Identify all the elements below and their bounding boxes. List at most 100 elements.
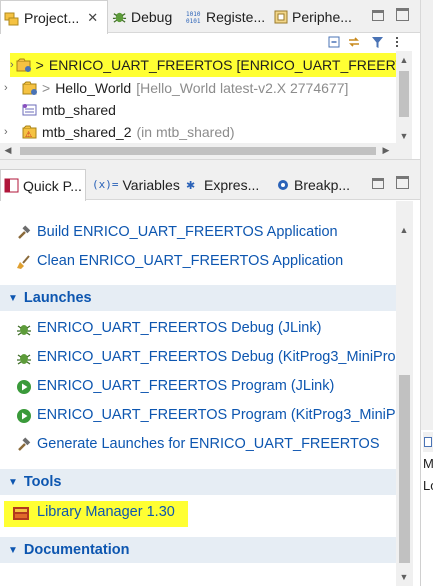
scroll-right-arrow-icon[interactable]: ▶ bbox=[378, 145, 394, 156]
run-icon bbox=[16, 379, 32, 395]
tree-row-name: ENRICO_UART_FREERTOS bbox=[48, 57, 233, 73]
build-application-label: Build ENRICO_UART_FREERTOS Application bbox=[37, 224, 338, 240]
tree-row-name: mtb_shared bbox=[42, 102, 116, 118]
view-menu-icon[interactable] bbox=[390, 35, 404, 49]
tree-row-prefix: > bbox=[42, 80, 51, 96]
tools-section-header[interactable]: ▼ Tools bbox=[0, 469, 396, 495]
side-panel-text-2: Lo bbox=[423, 478, 433, 493]
collapse-triangle-icon[interactable]: ▼ bbox=[8, 545, 18, 556]
expand-arrow-icon[interactable]: › bbox=[4, 82, 16, 94]
collapse-all-icon[interactable] bbox=[327, 35, 341, 49]
scrollbar-corner bbox=[396, 143, 412, 159]
debug-bug-icon bbox=[112, 9, 127, 24]
tree-row-decoration: [ENRICO_UART_FREERTOS bbox=[236, 57, 396, 73]
project-explorer-toolbar bbox=[0, 33, 420, 51]
tab-breakpoints[interactable]: Breakp... bbox=[276, 169, 362, 200]
svg-text:1010: 1010 bbox=[186, 11, 201, 18]
run-icon bbox=[16, 408, 32, 424]
tree-row-hello-world[interactable]: › > Hello_World [Hello_World latest-v2.X… bbox=[0, 77, 396, 99]
tools-title: Tools bbox=[23, 474, 62, 490]
tab-variables-label: Variables bbox=[122, 176, 180, 193]
scroll-up-arrow-icon[interactable]: ▲ bbox=[396, 225, 412, 235]
scrollbar-thumb[interactable] bbox=[399, 375, 410, 563]
variables-icon: (x)= bbox=[92, 178, 119, 191]
tab-peripherals-label: Periphe... bbox=[292, 8, 352, 25]
launch-debug-jlink-label: ENRICO_UART_FREERTOS Debug (JLink) bbox=[37, 320, 322, 336]
collapse-triangle-icon[interactable]: ▼ bbox=[8, 293, 18, 304]
scroll-down-arrow-icon[interactable]: ▼ bbox=[396, 131, 412, 141]
tab-expressions[interactable]: ✱ Expres... bbox=[186, 169, 270, 200]
hammer-icon bbox=[16, 437, 32, 453]
maximize-icon[interactable] bbox=[396, 8, 409, 21]
collapse-triangle-icon[interactable]: ▼ bbox=[8, 477, 18, 488]
scrollbar-thumb[interactable] bbox=[20, 147, 376, 155]
tab-quick-panel-label: Quick P... bbox=[23, 177, 82, 194]
console-icon[interactable] bbox=[423, 432, 433, 452]
quick-panel: Build ENRICO_UART_FREERTOS Application C… bbox=[0, 201, 396, 586]
svg-text:✱: ✱ bbox=[186, 179, 195, 192]
tree-row-name: mtb_shared_2 bbox=[42, 124, 132, 140]
tree-row-mtb-shared[interactable]: › mtb_shared bbox=[0, 99, 396, 121]
linked-folder-icon: ⚠ bbox=[22, 125, 38, 139]
tree-row-enrico-uart-freertos[interactable]: › > ENRICO_UART_FREERTOS [ENRICO_UART_FR… bbox=[10, 53, 396, 77]
tree-row-decoration: [Hello_World latest-v2.X 2774677] bbox=[136, 80, 349, 96]
launch-debug-kitprog3-label: ENRICO_UART_FREERTOS Debug (KitProg3_Min… bbox=[37, 349, 396, 365]
library-manager-label: Library Manager 1.30 bbox=[37, 504, 175, 520]
maximize-icon[interactable] bbox=[396, 176, 409, 189]
breakpoints-icon bbox=[276, 178, 290, 192]
generate-launches-label: Generate Launches for ENRICO_UART_FREERT… bbox=[37, 436, 380, 452]
registers-icon: 1010 0101 bbox=[186, 10, 202, 24]
documentation-section-header[interactable]: ▼ Documentation bbox=[0, 537, 396, 563]
launches-section-header[interactable]: ▼ Launches bbox=[0, 285, 396, 311]
tab-project-explorer[interactable]: Project... ✕ bbox=[0, 0, 108, 34]
link-with-editor-icon[interactable] bbox=[347, 35, 361, 49]
tree-row-decoration: (in mtb_shared) bbox=[136, 124, 235, 140]
tree-horizontal-scrollbar[interactable]: ◀ ▶ bbox=[0, 143, 396, 159]
tree-vertical-scrollbar[interactable]: ▲ ▼ bbox=[396, 51, 412, 143]
project-tree: › > ENRICO_UART_FREERTOS [ENRICO_UART_FR… bbox=[0, 51, 396, 143]
launch-program-jlink-label: ENRICO_UART_FREERTOS Program (JLink) bbox=[37, 378, 335, 394]
tab-variables[interactable]: (x)= Variables bbox=[92, 169, 180, 200]
quick-panel-vertical-scrollbar[interactable]: ▲ ▼ bbox=[396, 201, 413, 586]
library-manager-link[interactable]: Library Manager 1.30 bbox=[4, 501, 188, 527]
expressions-icon: ✱ bbox=[186, 178, 200, 192]
expand-arrow-icon[interactable]: › bbox=[4, 126, 16, 138]
tab-registers[interactable]: 1010 0101 Registe... bbox=[186, 0, 274, 33]
tab-expressions-label: Expres... bbox=[204, 176, 260, 193]
panel-divider[interactable] bbox=[0, 159, 420, 169]
expand-arrow-icon[interactable]: › bbox=[10, 59, 14, 71]
launches-title: Launches bbox=[23, 290, 92, 306]
minimize-icon[interactable] bbox=[372, 178, 384, 189]
tab-project-label: Project... bbox=[24, 9, 80, 26]
tab-breakpoints-label: Breakp... bbox=[294, 176, 351, 193]
documentation-title: Documentation bbox=[23, 542, 130, 558]
filter-icon[interactable] bbox=[370, 35, 384, 49]
debug-bug-icon bbox=[16, 350, 32, 366]
scroll-up-arrow-icon[interactable]: ▲ bbox=[396, 55, 412, 65]
scrollbar-thumb[interactable] bbox=[399, 71, 409, 117]
side-panel-text-1: M bbox=[423, 456, 433, 471]
scroll-left-arrow-icon[interactable]: ◀ bbox=[0, 145, 16, 156]
side-panel-edge: M Lo bbox=[420, 430, 433, 586]
project-folder-icon bbox=[16, 58, 32, 72]
scroll-down-arrow-icon[interactable]: ▼ bbox=[396, 572, 412, 582]
tab-peripherals[interactable]: Periphe... bbox=[274, 0, 360, 33]
tree-row-prefix: > bbox=[35, 57, 44, 73]
tab-registers-label: Registe... bbox=[206, 8, 266, 25]
launch-program-kitprog3-label: ENRICO_UART_FREERTOS Program (KitProg3_M… bbox=[37, 407, 396, 423]
tree-row-name: Hello_World bbox=[55, 80, 132, 96]
svg-text:⚠: ⚠ bbox=[25, 130, 32, 139]
tree-row-mtb-shared-2[interactable]: › ⚠ mtb_shared_2 (in mtb_shared) bbox=[0, 121, 396, 143]
project-icon bbox=[22, 103, 38, 117]
project-explorer-icon bbox=[4, 10, 20, 26]
tab-quick-panel[interactable]: Quick P... bbox=[0, 169, 86, 201]
library-manager-icon bbox=[12, 505, 30, 521]
project-folder-icon bbox=[22, 81, 38, 95]
top-tab-bar: Project... ✕ Debug 1010 0101 Registe... P… bbox=[0, 0, 420, 34]
minimize-icon[interactable] bbox=[372, 10, 384, 21]
svg-text:0101: 0101 bbox=[186, 18, 201, 24]
peripherals-icon bbox=[274, 10, 288, 24]
hammer-icon bbox=[16, 225, 32, 241]
tab-debug[interactable]: Debug bbox=[112, 0, 180, 33]
close-icon[interactable]: ✕ bbox=[87, 10, 98, 26]
